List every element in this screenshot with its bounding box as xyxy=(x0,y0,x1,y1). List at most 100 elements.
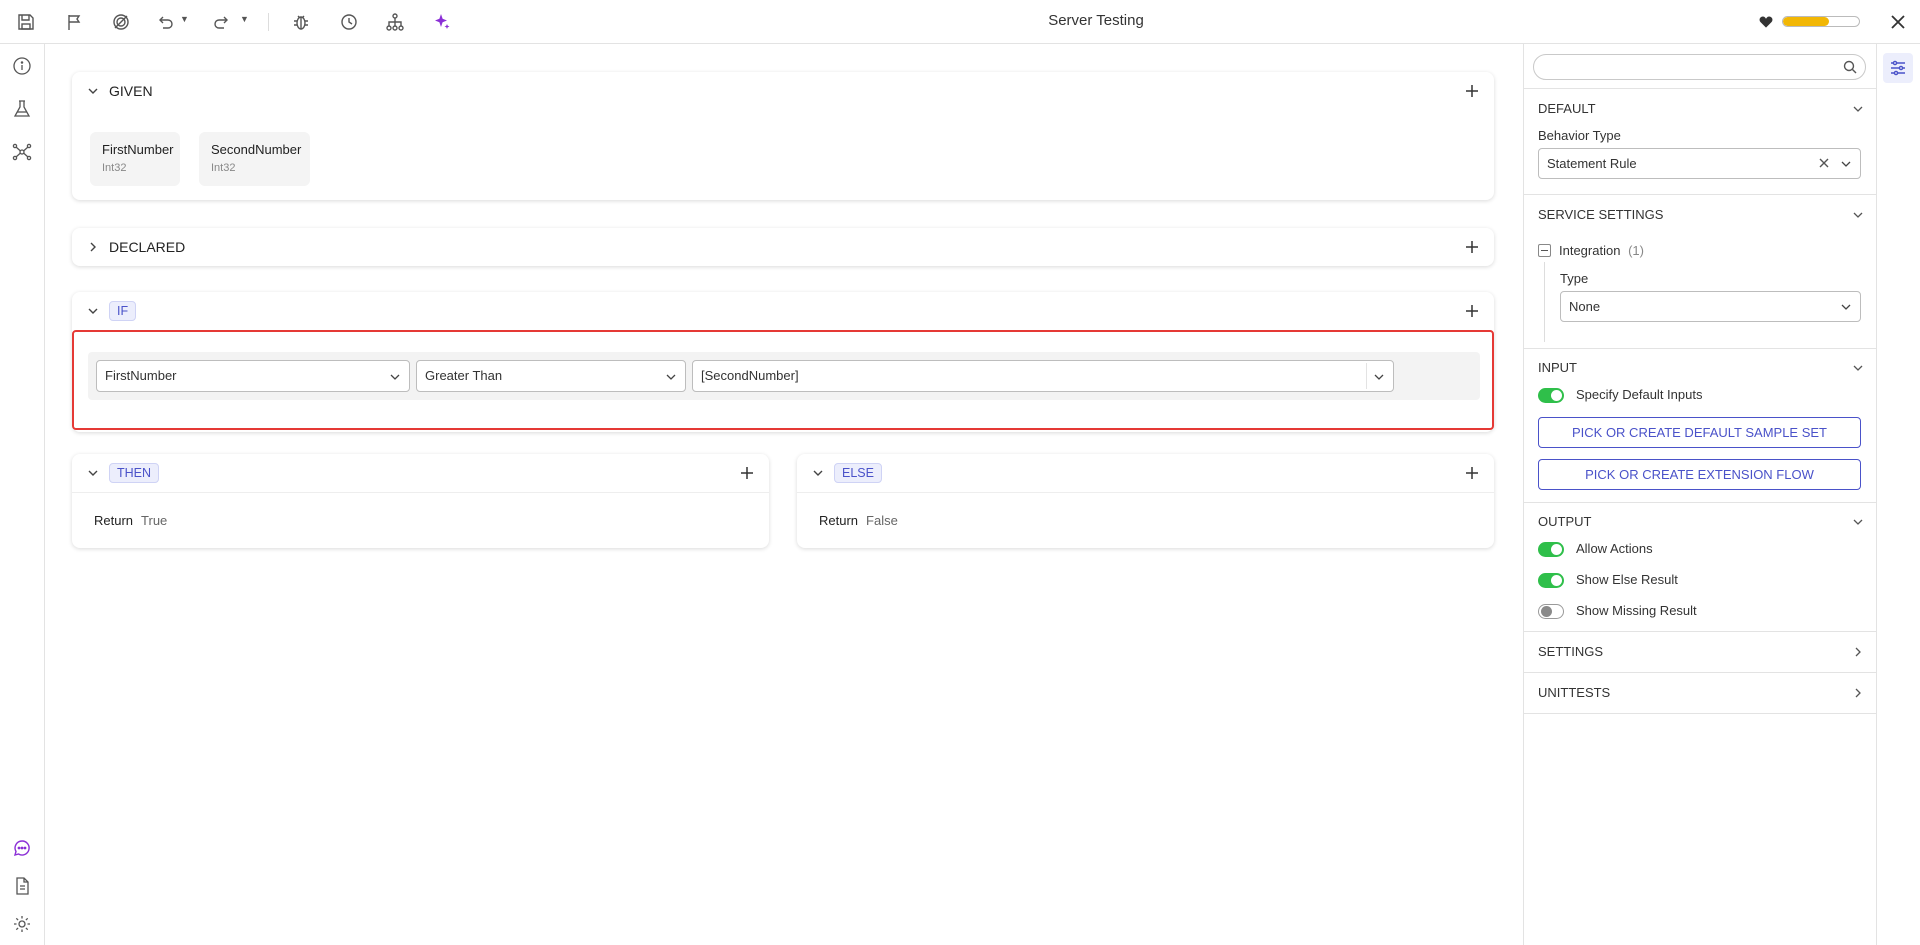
behavior-type-select[interactable]: Statement Rule xyxy=(1538,148,1861,179)
flask-icon[interactable] xyxy=(10,97,34,121)
integration-type-value: None xyxy=(1569,299,1601,314)
divider xyxy=(72,492,769,493)
chevron-down-icon[interactable] xyxy=(86,84,100,98)
default-section-title[interactable]: DEFAULT xyxy=(1538,101,1596,116)
chevron-down-icon[interactable] xyxy=(1852,209,1864,221)
given-param-chip[interactable]: FirstNumber Int32 xyxy=(90,132,180,186)
allow-actions-label: Allow Actions xyxy=(1576,541,1653,556)
settings-section-title[interactable]: SETTINGS xyxy=(1538,644,1603,659)
add-declared-icon[interactable] xyxy=(1464,239,1480,255)
chevron-right-icon[interactable] xyxy=(86,240,100,254)
if-tag: IF xyxy=(109,301,137,321)
window-title: Server Testing xyxy=(1048,12,1144,29)
declared-title: DECLARED xyxy=(109,239,186,255)
history-icon[interactable] xyxy=(337,10,361,34)
chevron-right-icon[interactable] xyxy=(1852,646,1864,658)
pick-extension-flow-button[interactable]: PICK OR CREATE EXTENSION FLOW xyxy=(1538,459,1861,490)
type-label: Type xyxy=(1560,271,1589,286)
chevron-down-icon[interactable] xyxy=(86,466,100,480)
save-icon[interactable] xyxy=(14,10,38,34)
info-icon[interactable] xyxy=(10,54,34,78)
then-header[interactable]: THEN xyxy=(72,454,769,492)
declared-header[interactable]: DECLARED xyxy=(72,228,1494,266)
add-else-icon[interactable] xyxy=(1464,465,1480,481)
condition-operator-select[interactable]: Greater Than xyxy=(416,360,686,392)
else-tag: ELSE xyxy=(834,463,882,483)
else-header[interactable]: ELSE xyxy=(797,454,1494,492)
health-progress-fill xyxy=(1783,17,1829,26)
then-tag: THEN xyxy=(109,463,160,483)
properties-panel: DEFAULT Behavior Type Statement Rule SER… xyxy=(1523,44,1876,945)
then-card: THEN Return True xyxy=(72,454,769,548)
divider xyxy=(1524,88,1876,89)
chevron-down-icon[interactable] xyxy=(1852,103,1864,115)
chevron-down-icon[interactable] xyxy=(86,304,100,318)
properties-sliders-icon[interactable] xyxy=(1883,53,1913,83)
input-section-title[interactable]: INPUT xyxy=(1538,360,1577,375)
divider xyxy=(1524,672,1876,673)
chevron-down-icon xyxy=(389,371,401,383)
divider xyxy=(1524,502,1876,503)
chevron-right-icon[interactable] xyxy=(1852,687,1864,699)
add-then-icon[interactable] xyxy=(739,465,755,481)
return-value: True xyxy=(141,513,168,528)
chat-icon[interactable] xyxy=(10,836,34,860)
add-condition-icon[interactable] xyxy=(1464,303,1480,319)
condition-left-select[interactable]: FirstNumber xyxy=(96,360,410,392)
document-icon[interactable] xyxy=(10,874,34,898)
given-header[interactable]: GIVEN xyxy=(72,72,1494,110)
return-keyword: Return xyxy=(819,513,859,528)
given-title: GIVEN xyxy=(109,83,153,99)
return-value: False xyxy=(866,513,898,528)
target-icon[interactable] xyxy=(109,10,133,34)
integration-type-select[interactable]: None xyxy=(1560,291,1861,322)
show-else-result-toggle[interactable] xyxy=(1538,573,1564,588)
clear-icon[interactable] xyxy=(1818,157,1830,169)
condition-right-select[interactable]: [SecondNumber] xyxy=(692,360,1394,392)
chevron-down-icon[interactable] xyxy=(1852,362,1864,374)
tree-guide-line xyxy=(1544,262,1545,342)
rule-canvas: GIVEN FirstNumber Int32 SecondNumber Int… xyxy=(45,44,1523,945)
show-missing-result-toggle[interactable] xyxy=(1538,604,1564,619)
debug-icon[interactable] xyxy=(289,10,313,34)
behavior-type-value: Statement Rule xyxy=(1547,156,1637,171)
pick-sample-set-button[interactable]: PICK OR CREATE DEFAULT SAMPLE SET xyxy=(1538,417,1861,448)
undo-menu-caret-icon[interactable]: ▼ xyxy=(180,14,189,24)
search-input[interactable] xyxy=(1533,54,1866,80)
output-section-title[interactable]: OUTPUT xyxy=(1538,514,1591,529)
hierarchy-icon[interactable] xyxy=(383,10,407,34)
redo-menu-caret-icon[interactable]: ▼ xyxy=(240,14,249,24)
ai-sparkle-icon[interactable] xyxy=(430,10,454,34)
condition-right-value: [SecondNumber] xyxy=(701,368,799,383)
network-icon[interactable] xyxy=(10,140,34,164)
heart-icon xyxy=(1758,14,1774,30)
chevron-down-icon[interactable] xyxy=(811,466,825,480)
behavior-type-label: Behavior Type xyxy=(1538,128,1621,143)
add-given-icon[interactable] xyxy=(1464,83,1480,99)
settings-gear-icon[interactable] xyxy=(10,912,34,936)
redo-icon[interactable] xyxy=(210,10,234,34)
allow-actions-toggle[interactable] xyxy=(1538,542,1564,557)
flag-icon[interactable] xyxy=(62,10,86,34)
close-icon[interactable] xyxy=(1886,10,1910,34)
if-header[interactable]: IF xyxy=(72,292,1494,330)
service-settings-title[interactable]: SERVICE SETTINGS xyxy=(1538,207,1663,222)
integration-name: Integration xyxy=(1559,243,1621,258)
specify-default-inputs-toggle[interactable] xyxy=(1538,388,1564,403)
show-missing-result-label: Show Missing Result xyxy=(1576,603,1697,618)
collapse-integration-icon[interactable] xyxy=(1538,244,1551,257)
divider xyxy=(1524,713,1876,714)
left-rail xyxy=(0,44,45,945)
declared-card: DECLARED xyxy=(72,228,1494,266)
undo-icon[interactable] xyxy=(153,10,177,34)
integration-label[interactable]: Integration (1) xyxy=(1559,243,1644,258)
chevron-down-icon xyxy=(1373,371,1385,383)
given-param-chip[interactable]: SecondNumber Int32 xyxy=(199,132,310,186)
chevron-down-icon[interactable] xyxy=(1852,516,1864,528)
search-icon[interactable] xyxy=(1843,60,1857,74)
unittests-section-title[interactable]: UNITTESTS xyxy=(1538,685,1610,700)
else-return-statement[interactable]: Return False xyxy=(819,513,898,528)
then-return-statement[interactable]: Return True xyxy=(94,513,167,528)
if-condition-highlight: FirstNumber Greater Than [SecondNumber] xyxy=(72,330,1494,430)
divider xyxy=(797,492,1494,493)
